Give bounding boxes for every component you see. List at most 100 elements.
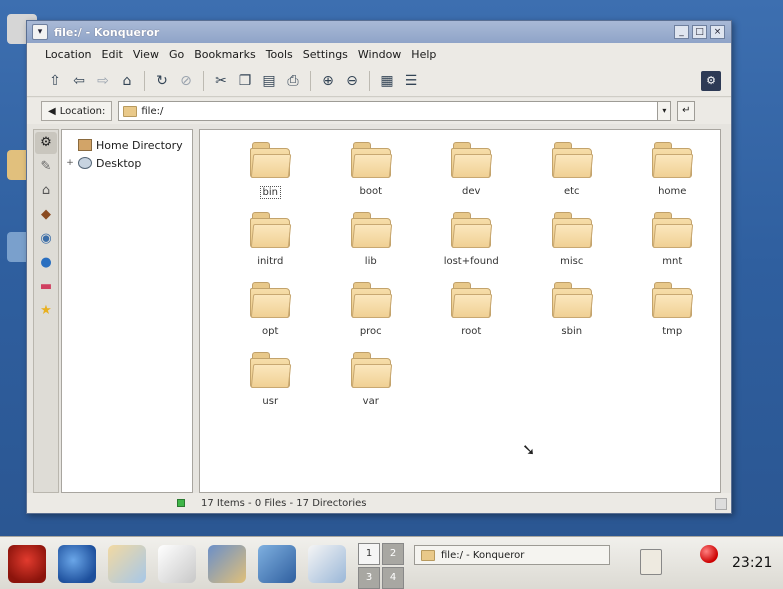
home-icon[interactable]: ⌂ <box>117 71 137 91</box>
writer-icon[interactable] <box>158 545 196 583</box>
pager-desktop-3[interactable]: 3 <box>358 567 380 589</box>
menu-edit[interactable]: Edit <box>102 48 123 61</box>
clipboard-tray-icon[interactable] <box>640 549 662 575</box>
tree-item-desktop[interactable]: + Desktop <box>66 154 188 172</box>
bookmarks-tab-icon[interactable]: ✎ <box>35 156 57 178</box>
forward-arrow-icon[interactable]: ⇨ <box>93 71 113 91</box>
folder-label: dev <box>462 186 481 197</box>
menu-go[interactable]: Go <box>169 48 184 61</box>
folder-item[interactable]: initrd <box>220 208 321 278</box>
maximize-button[interactable]: □ <box>692 25 707 39</box>
clear-location-button[interactable]: ◀ Location: <box>41 101 113 121</box>
folder-item[interactable]: misc <box>522 208 623 278</box>
devices-tab-icon[interactable]: ⌂ <box>35 180 57 202</box>
folder-item[interactable]: bin <box>220 138 321 208</box>
back-arrow-icon[interactable]: ⇦ <box>69 71 89 91</box>
printer-icon[interactable] <box>308 545 346 583</box>
configure-sidebar-icon[interactable]: ⚙ <box>35 132 57 154</box>
folder-item[interactable]: dev <box>421 138 522 208</box>
redhat-menu-icon[interactable] <box>8 545 46 583</box>
folder-item[interactable]: lost+found <box>421 208 522 278</box>
minimize-button[interactable]: _ <box>674 25 689 39</box>
folder-item[interactable]: sbin <box>522 278 623 348</box>
cut-icon[interactable]: ✂ <box>211 71 231 91</box>
copy-icon[interactable]: ❐ <box>235 71 255 91</box>
folder-label: tmp <box>662 326 683 337</box>
navigation-tree: Home Directory + Desktop <box>61 129 193 493</box>
reload-icon[interactable]: ↻ <box>152 71 172 91</box>
status-text: 17 Items - 0 Files - 17 Directories <box>201 497 367 509</box>
stop-icon[interactable]: ⊘ <box>176 71 196 91</box>
folder-icon <box>349 140 393 180</box>
folder-item[interactable]: usr <box>220 348 321 418</box>
taskbar: 1 2 3 4 file:/ - Konqueror 23:21 <box>0 536 783 589</box>
icon-view-icon[interactable]: ▦ <box>377 71 397 91</box>
folder-item[interactable]: home <box>622 138 723 208</box>
folder-item[interactable]: tmp <box>622 278 723 348</box>
main-toolbar: ⇧ ⇦ ⇨ ⌂ ↻ ⊘ ✂ ❐ ▤ ⎙ ⊕ ⊖ ▦ ☰ ⚙ <box>27 65 731 97</box>
task-label: file:/ - Konqueror <box>441 549 525 561</box>
home-folder-icon <box>78 139 92 151</box>
sidebar-tabs: ⚙ ✎ ⌂ ◆ ◉ ● ▬ ★ <box>33 129 59 493</box>
pager-desktop-1[interactable]: 1 <box>358 543 380 565</box>
go-button[interactable]: ↵ <box>677 101 696 121</box>
folder-item[interactable]: boot <box>321 138 422 208</box>
folder-icon <box>550 280 594 320</box>
location-input[interactable]: file:/ <box>118 101 659 121</box>
menu-view[interactable]: View <box>133 48 159 61</box>
task-konqueror[interactable]: file:/ - Konqueror <box>414 545 610 565</box>
folder-label: misc <box>560 256 584 267</box>
folder-label: proc <box>359 326 382 337</box>
folder-item[interactable]: root <box>421 278 522 348</box>
close-button[interactable]: × <box>710 25 725 39</box>
folder-icon <box>248 210 292 250</box>
menu-tools[interactable]: Tools <box>266 48 293 61</box>
folder-item[interactable]: mnt <box>622 208 723 278</box>
menu-help[interactable]: Help <box>411 48 436 61</box>
tree-item-home[interactable]: Home Directory <box>66 136 188 154</box>
print-icon[interactable]: ⎙ <box>283 71 303 91</box>
folder-label: etc <box>563 186 580 197</box>
up-arrow-icon[interactable]: ⇧ <box>45 71 65 91</box>
folder-item[interactable]: etc <box>522 138 623 208</box>
history-tab-icon[interactable]: ◆ <box>35 204 57 226</box>
presentation-icon[interactable] <box>208 545 246 583</box>
kde-throbber-icon[interactable]: ⚙ <box>701 71 721 91</box>
mail-icon[interactable] <box>108 545 146 583</box>
pager-desktop-2[interactable]: 2 <box>382 543 404 565</box>
folder-item[interactable]: opt <box>220 278 321 348</box>
web-tab-icon[interactable]: ● <box>35 252 57 274</box>
spreadsheet-icon[interactable] <box>258 545 296 583</box>
services-tab-icon[interactable]: ▬ <box>35 276 57 298</box>
clock[interactable]: 23:21 <box>732 555 772 571</box>
toolbar-separator <box>310 70 311 91</box>
folder-item[interactable]: var <box>321 348 422 418</box>
desktop-icon <box>78 157 92 169</box>
menu-bookmarks[interactable]: Bookmarks <box>194 48 255 61</box>
zoom-out-icon[interactable]: ⊖ <box>342 71 362 91</box>
title-bar[interactable]: ▾ file:/ - Konqueror _ □ × <box>27 21 731 43</box>
menu-window[interactable]: Window <box>358 48 401 61</box>
folder-item[interactable]: proc <box>321 278 422 348</box>
file-icon-view[interactable]: bin boot dev etc home initrd lib lost+found misc… <box>199 129 721 493</box>
folder-icon <box>449 140 493 180</box>
location-dropdown-icon[interactable]: ▾ <box>657 101 672 121</box>
resize-grip-icon[interactable] <box>715 498 727 510</box>
menu-location[interactable]: Location <box>45 48 92 61</box>
window-title: file:/ - Konqueror <box>54 25 160 39</box>
window-menu-icon[interactable]: ▾ <box>32 24 48 40</box>
toolbar-separator <box>144 70 145 91</box>
toolbar-separator <box>369 70 370 91</box>
menu-settings[interactable]: Settings <box>303 48 348 61</box>
paste-icon[interactable]: ▤ <box>259 71 279 91</box>
folder-label: lost+found <box>443 256 499 267</box>
folder-item[interactable]: lib <box>321 208 422 278</box>
web-browser-icon[interactable] <box>58 545 96 583</box>
network-tab-icon[interactable]: ◉ <box>35 228 57 250</box>
update-alert-icon[interactable] <box>700 545 718 563</box>
detail-view-icon[interactable]: ☰ <box>401 71 421 91</box>
pager-desktop-4[interactable]: 4 <box>382 567 404 589</box>
favorites-tab-icon[interactable]: ★ <box>35 300 57 322</box>
zoom-in-icon[interactable]: ⊕ <box>318 71 338 91</box>
expand-icon[interactable]: + <box>66 158 74 168</box>
